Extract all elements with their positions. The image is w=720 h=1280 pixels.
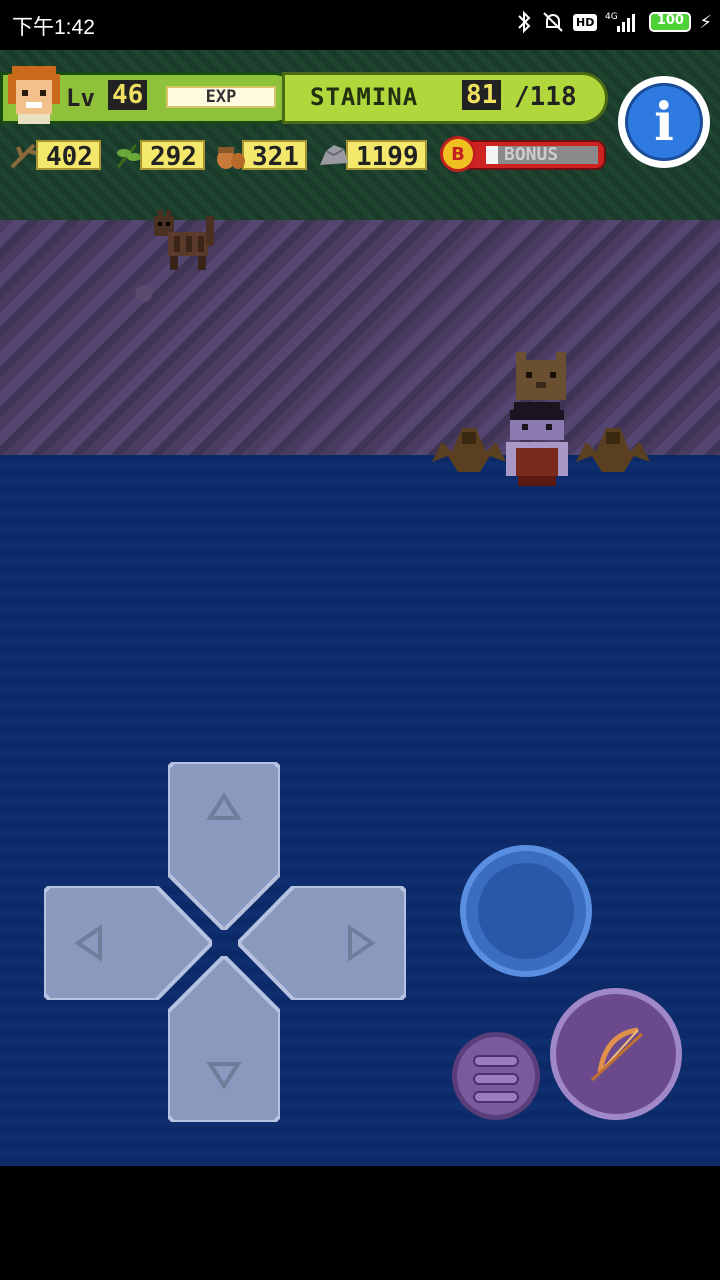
dpad-right-button[interactable] xyxy=(238,886,406,1000)
bottom-bar xyxy=(0,1166,720,1280)
resource-stone: 1199 xyxy=(318,138,427,172)
herb-icon xyxy=(116,144,141,168)
svg-text:4G: 4G xyxy=(605,12,618,22)
menu-line-icon xyxy=(473,1055,519,1067)
status-bar: 下午1:42 HD 4G 100 ⚡ xyxy=(0,0,720,50)
wood-count: 402 xyxy=(36,140,101,172)
action-button-core xyxy=(478,863,574,959)
status-icons: HD 4G 100 ⚡ xyxy=(515,10,712,34)
acorn-icon xyxy=(217,147,245,169)
stamina-separator: / xyxy=(514,82,530,112)
bat-enemy-right-sprite[interactable] xyxy=(576,422,650,480)
battery-icon: 100 xyxy=(649,12,692,32)
level-value: 46 xyxy=(108,80,148,110)
resource-wood: 402 xyxy=(8,138,101,172)
mute-bell-icon xyxy=(543,12,563,32)
bonus-label: BONUS xyxy=(504,144,559,165)
exp-label: EXP xyxy=(205,87,237,107)
level-label: Lv xyxy=(66,84,95,112)
bow-attack-button[interactable] xyxy=(550,988,682,1120)
signal-icon: 4G xyxy=(605,12,636,32)
hd-icon: HD xyxy=(573,13,598,31)
stone-icon xyxy=(320,145,348,165)
wild-cat-sprite[interactable] xyxy=(150,206,224,276)
acorn-count: 321 xyxy=(242,140,307,172)
resource-acorn: 321 xyxy=(214,138,307,172)
stone-count: 1199 xyxy=(346,140,427,172)
exp-bar: EXP xyxy=(166,86,276,108)
bat-enemy-left-sprite[interactable] xyxy=(432,422,506,480)
menu-line-icon xyxy=(473,1091,519,1103)
player-avatar-icon[interactable] xyxy=(6,64,62,124)
bonus-meter[interactable]: BONUS B xyxy=(438,136,606,174)
status-time: 下午1:42 xyxy=(12,16,95,39)
battery-level: 100 xyxy=(656,13,684,28)
info-icon: i xyxy=(625,83,703,161)
resource-herb: 292 xyxy=(112,138,205,172)
branch-icon xyxy=(10,143,37,169)
menu-button[interactable] xyxy=(452,1032,540,1120)
bonus-coin-icon: B xyxy=(440,136,476,172)
dpad-left-button[interactable] xyxy=(44,886,212,1000)
action-button[interactable] xyxy=(460,845,592,977)
stamina-max-text: /118 xyxy=(514,82,577,112)
player-character-sprite[interactable] xyxy=(500,402,574,488)
herb-count: 292 xyxy=(140,140,205,172)
charging-icon: ⚡ xyxy=(699,11,712,33)
menu-line-icon xyxy=(473,1073,519,1085)
bow-icon xyxy=(590,1027,644,1082)
cat-companion-sprite[interactable] xyxy=(512,350,570,404)
stamina-current: 81 xyxy=(462,80,502,110)
bonus-bar: BONUS xyxy=(462,140,606,170)
stamina-max: 118 xyxy=(529,82,577,112)
stamina-label: STAMINA xyxy=(310,83,419,111)
bluetooth-icon xyxy=(518,10,531,34)
info-button[interactable]: i xyxy=(618,76,710,168)
